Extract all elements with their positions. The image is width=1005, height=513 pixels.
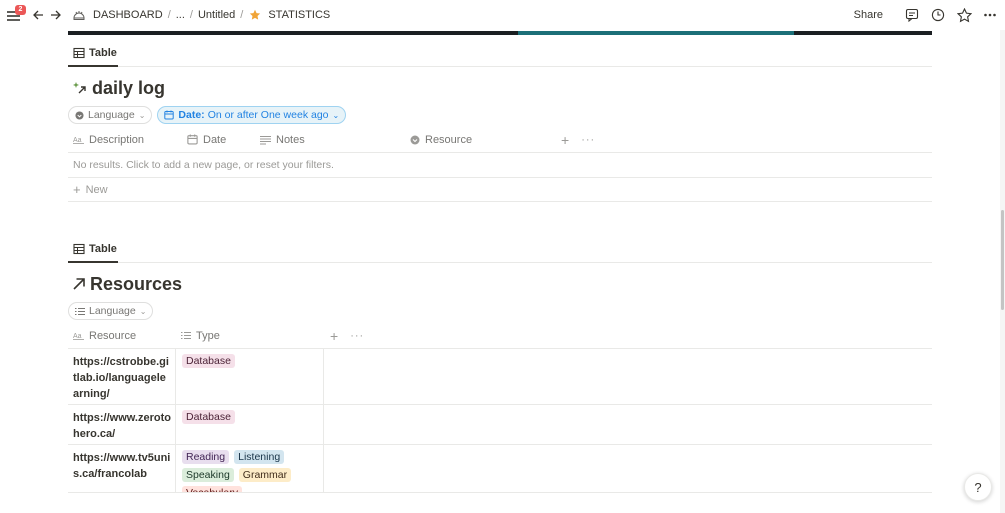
multi-select-icon	[181, 331, 191, 340]
language-filter-pill[interactable]: Language ⌄	[68, 302, 154, 320]
svg-text:Aa: Aa	[73, 333, 82, 340]
sidebar-menu-icon[interactable]: 2	[6, 5, 26, 23]
resources-header-row: Aa Resource Type + ···	[68, 323, 932, 349]
breadcrumb-untitled[interactable]: Untitled	[195, 9, 238, 21]
empty-results-message[interactable]: No results. Click to add a new page, or …	[68, 153, 932, 178]
calendar-icon	[164, 110, 175, 120]
type-tag: Vocabulary	[182, 486, 242, 492]
dashboard-page-icon	[72, 8, 86, 22]
date-filter-pill[interactable]: Date: On or after One week ago ⌄	[157, 106, 347, 124]
daily-log-table-view-tab[interactable]: Table	[68, 43, 932, 63]
empty-cell[interactable]	[324, 349, 932, 404]
type-cell[interactable]: Database	[176, 405, 324, 444]
more-options-icon[interactable]: ···	[569, 134, 595, 146]
column-header-resource[interactable]: Aa Resource	[68, 323, 176, 348]
more-options-icon[interactable]: ···	[338, 330, 364, 342]
new-row-button[interactable]: + New	[68, 178, 932, 202]
back-arrow-icon[interactable]	[30, 7, 46, 23]
breadcrumb-dashboard[interactable]: DASHBOARD	[90, 9, 166, 21]
type-tag: Database	[182, 410, 235, 424]
notification-badge: 2	[15, 5, 26, 15]
column-header-type[interactable]: Type	[176, 323, 324, 348]
long-text-icon	[260, 135, 271, 145]
cover-image	[68, 31, 932, 35]
clock-icon[interactable]	[929, 6, 947, 24]
resources-title[interactable]: Resources	[68, 271, 932, 297]
calendar-icon	[187, 134, 198, 145]
resource-cell[interactable]: https://www.tv5unis.ca/francolab	[68, 445, 176, 492]
chevron-down-icon: ⌄	[332, 110, 340, 120]
daily-log-header-row: Aa Description Date Notes Resource + ···	[68, 127, 932, 153]
top-bar: 2 DASHBOARD / ... / Untitled / STATISTIC…	[0, 0, 1005, 32]
column-header-description[interactable]: Aa Description	[68, 127, 182, 152]
language-filter-pill[interactable]: Language ⌄	[68, 106, 153, 124]
column-header-resource[interactable]: Resource	[405, 127, 555, 152]
resources-database: Table Resources Language ⌄ Aa Resource T…	[68, 239, 932, 493]
scrollbar[interactable]	[1000, 30, 1005, 513]
table-row[interactable]: https://www.zerotohero.ca/Database	[68, 405, 932, 445]
text-property-icon: Aa	[73, 331, 84, 340]
daily-log-title[interactable]: daily log	[68, 75, 932, 101]
column-header-date[interactable]: Date	[182, 127, 255, 152]
resource-cell[interactable]: https://cstrobbe.gitlab.io/languagelearn…	[68, 349, 176, 404]
chevron-down-icon: ⌄	[139, 306, 147, 316]
type-tag: Speaking	[182, 468, 234, 482]
more-icon[interactable]	[981, 6, 999, 24]
resource-cell[interactable]: https://www.zerotohero.ca/	[68, 405, 176, 444]
star-page-icon	[249, 9, 261, 21]
arrow-up-right-icon	[72, 277, 86, 291]
forward-arrow-icon[interactable]	[48, 7, 64, 23]
chevron-down-icon: ⌄	[138, 110, 146, 120]
breadcrumb-ellipsis[interactable]: ...	[173, 9, 188, 21]
type-cell[interactable]: Reading Listening Speaking Grammar Vocabular…	[176, 445, 324, 492]
type-cell[interactable]: Database	[176, 349, 324, 404]
text-property-icon: Aa	[73, 135, 84, 144]
plus-icon: +	[73, 182, 81, 197]
list-icon	[75, 307, 85, 316]
table-icon	[73, 243, 85, 255]
comment-icon[interactable]	[903, 6, 921, 24]
type-tag: Grammar	[238, 468, 292, 482]
favorite-star-icon[interactable]	[955, 6, 973, 24]
column-header-notes[interactable]: Notes	[255, 127, 405, 152]
svg-text:Aa: Aa	[73, 137, 82, 144]
select-property-icon	[75, 110, 84, 120]
empty-cell[interactable]	[324, 405, 932, 444]
help-button[interactable]: ?	[964, 473, 992, 501]
table-row[interactable]: https://www.tv5unis.ca/francolab Reading L…	[68, 445, 932, 493]
share-button[interactable]: Share	[854, 9, 883, 21]
empty-cell[interactable]	[324, 445, 932, 492]
resources-table-view-tab[interactable]: Table	[68, 239, 932, 259]
daily-log-database: Table daily log Language ⌄ Date: On or a…	[68, 43, 932, 202]
type-tag: Listening	[234, 450, 285, 464]
table-icon	[73, 47, 85, 59]
relation-property-icon	[410, 135, 420, 145]
add-property-icon[interactable]: +	[324, 328, 338, 344]
breadcrumb-statistics[interactable]: STATISTICS	[265, 9, 333, 21]
sparkle-arrow-icon	[72, 80, 88, 96]
breadcrumb: DASHBOARD / ... / Untitled / STATISTICS	[72, 8, 333, 22]
table-row[interactable]: https://cstrobbe.gitlab.io/languagelearn…	[68, 349, 932, 405]
type-tag: Database	[182, 354, 235, 368]
resources-rows: https://cstrobbe.gitlab.io/languagelearn…	[68, 349, 932, 493]
type-tag: Reading	[182, 450, 230, 464]
add-property-icon[interactable]: +	[555, 132, 569, 148]
